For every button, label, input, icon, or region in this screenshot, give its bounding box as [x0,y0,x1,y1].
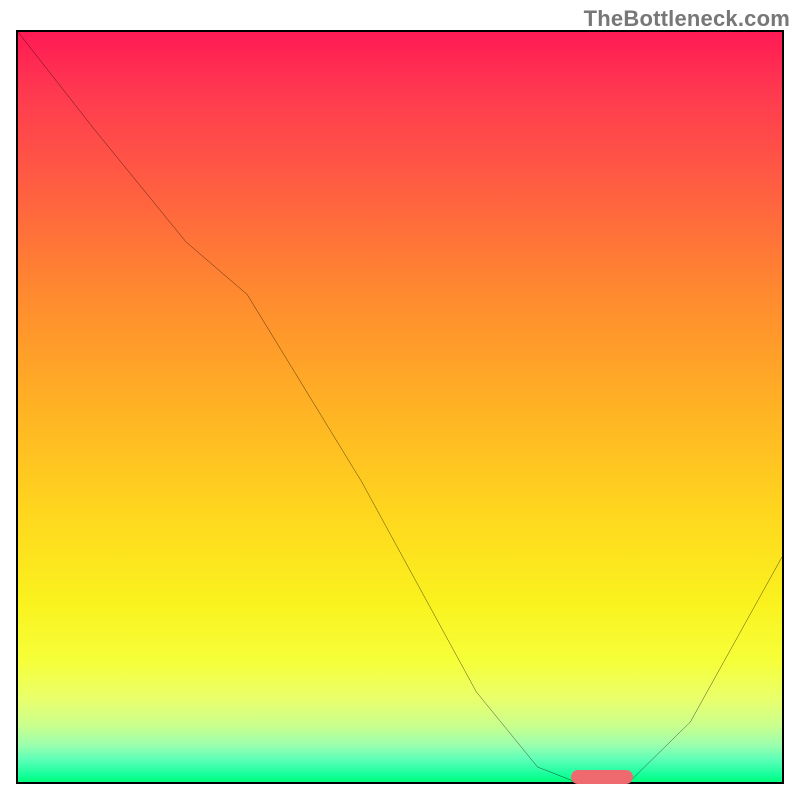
curve-svg [18,32,782,782]
plot-area [16,30,784,784]
optimum-marker [571,770,633,784]
chart-stage: TheBottleneck.com [0,0,800,800]
bottleneck-curve-path [18,32,782,782]
watermark-text: TheBottleneck.com [584,6,790,32]
